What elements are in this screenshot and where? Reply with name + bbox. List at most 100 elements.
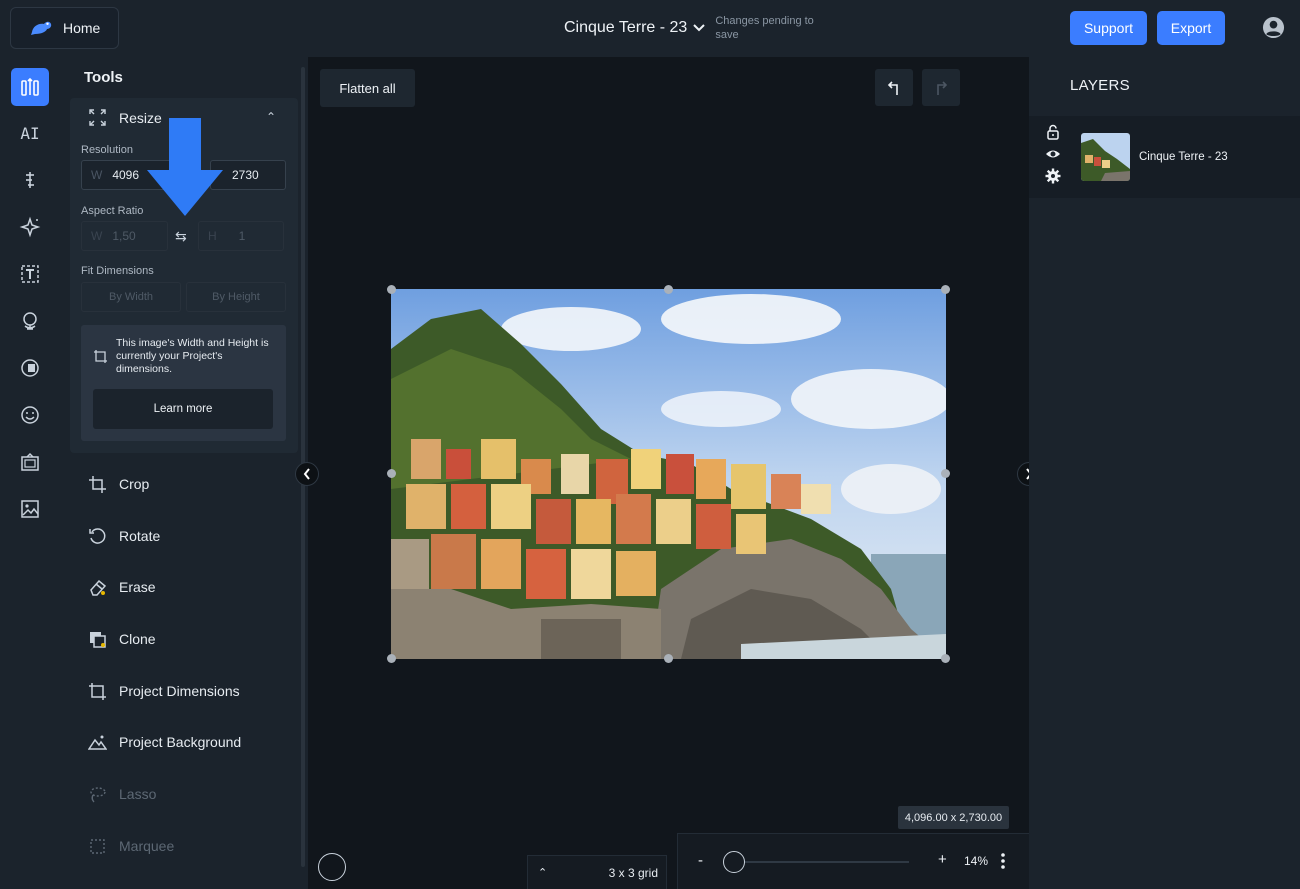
frame-icon — [21, 452, 39, 471]
circle-tool-button[interactable] — [318, 853, 346, 881]
text-icon — [21, 265, 39, 283]
tool-lasso-label: Lasso — [119, 786, 157, 802]
ai-icon: AI — [20, 123, 40, 143]
resize-handle-right[interactable] — [941, 469, 950, 478]
aspect-ratio-label: Aspect Ratio — [81, 205, 144, 217]
info-text: This image's Width and Height is current… — [116, 337, 269, 375]
sparkle-icon — [19, 216, 41, 238]
rail-effects[interactable] — [11, 208, 49, 246]
project-title-dropdown[interactable]: Cinque Terre - 23 — [564, 19, 706, 37]
flatten-all-button[interactable]: Flatten all — [320, 69, 415, 107]
fit-dimensions-label: Fit Dimensions — [81, 265, 154, 277]
lasso-icon — [90, 786, 106, 802]
resize-handle-br[interactable] — [941, 654, 950, 663]
layer-thumbnail — [1081, 133, 1130, 181]
more-options-icon[interactable] — [998, 851, 1008, 871]
globe-icon — [23, 312, 37, 330]
tool-project-dimensions[interactable]: Project Dimensions — [88, 676, 240, 706]
resize-handle-bottom[interactable] — [664, 654, 673, 663]
cinque-terre-photo — [391, 289, 946, 659]
tool-clone-label: Clone — [119, 631, 156, 647]
grid-selector[interactable]: ⌃ 3 x 3 grid — [527, 855, 667, 889]
aspect-width-field[interactable]: W 1,50 — [81, 221, 168, 251]
swap-arrows-icon[interactable]: ⇆ — [175, 228, 193, 244]
export-button[interactable]: Export — [1157, 11, 1225, 45]
rail-tools[interactable] — [11, 68, 49, 106]
eye-icon[interactable] — [1045, 146, 1061, 162]
project-title-area: Cinque Terre - 23 Changes pending to sav… — [564, 14, 815, 42]
zoom-controls: - + 14% — [677, 833, 1029, 889]
rail-stickers[interactable] — [11, 349, 49, 387]
support-button[interactable]: Support — [1070, 11, 1147, 45]
resize-handle-tr[interactable] — [941, 285, 950, 294]
rail-images[interactable] — [11, 490, 49, 528]
clone-icon — [90, 631, 106, 648]
rotate-icon — [89, 527, 106, 544]
tools-title: Tools — [84, 69, 123, 86]
rail-ai[interactable]: AI — [11, 114, 49, 152]
layer-item[interactable]: Cinque Terre - 23 — [1029, 116, 1300, 198]
layer-controls — [1045, 124, 1063, 184]
undo-icon — [887, 80, 898, 95]
collapse-tools-button[interactable] — [295, 462, 319, 486]
image-icon — [21, 500, 39, 518]
redo-icon — [937, 80, 948, 95]
tool-marquee[interactable]: Marquee — [88, 831, 174, 861]
width-value: 4096 — [112, 168, 140, 182]
canvas-image[interactable] — [391, 289, 946, 659]
sticker-icon — [21, 359, 39, 377]
project-title: Cinque Terre - 23 — [564, 19, 688, 36]
learn-more-button[interactable]: Learn more — [93, 389, 273, 429]
zoom-in-button[interactable]: + — [938, 851, 947, 868]
crop-icon — [89, 475, 106, 493]
zoom-value: 14% — [964, 854, 989, 868]
zoom-slider-knob[interactable] — [723, 851, 745, 873]
tool-clone[interactable]: Clone — [88, 624, 156, 654]
unlock-icon[interactable] — [1045, 124, 1061, 140]
rail-adjustments[interactable] — [11, 161, 49, 199]
resize-handle-bl[interactable] — [387, 654, 396, 663]
chevron-up-icon: ⌃ — [538, 867, 548, 879]
height-value: 2730 — [232, 168, 259, 182]
tool-rail: AI — [0, 57, 60, 889]
top-bar: Home Cinque Terre - 23 Changes pending t… — [0, 0, 1300, 57]
tool-rotate[interactable]: Rotate — [88, 521, 160, 551]
aspect-w-value: 1,50 — [112, 229, 136, 243]
layers-panel: LAYERS Cinque Terre - 23 — [1029, 57, 1300, 889]
tool-crop[interactable]: Crop — [88, 469, 149, 499]
tool-lasso[interactable]: Lasso — [88, 779, 156, 809]
resize-handle-tl[interactable] — [387, 285, 396, 294]
dimensions-badge: 4,096.00 x 2,730.00 — [898, 806, 1009, 829]
tool-marquee-label: Marquee — [119, 838, 175, 854]
undo-button[interactable] — [875, 69, 913, 106]
rail-emoji[interactable] — [11, 396, 49, 434]
gear-icon[interactable] — [1045, 168, 1061, 184]
smiley-icon — [21, 406, 39, 424]
aspect-h-prefix: H — [208, 229, 217, 243]
redo-button[interactable] — [922, 69, 960, 106]
layer-name: Cinque Terre - 23 — [1139, 151, 1228, 163]
fit-by-width-button[interactable]: By Width — [81, 282, 181, 312]
resize-handle-top[interactable] — [664, 285, 673, 294]
eraser-icon — [90, 579, 107, 596]
home-label: Home — [63, 20, 101, 36]
resize-handle-left[interactable] — [387, 469, 396, 478]
home-button[interactable]: Home — [10, 7, 119, 49]
aspect-h-value: 1 — [238, 229, 246, 243]
chevron-up-icon[interactable]: ⌃ — [266, 110, 276, 124]
zoom-out-button[interactable]: - — [698, 852, 703, 869]
chevron-down-icon — [693, 24, 706, 32]
rail-elements[interactable] — [11, 302, 49, 340]
zoom-slider-track[interactable] — [734, 861, 909, 863]
tool-erase[interactable]: Erase — [88, 572, 156, 602]
aspect-w-prefix: W — [91, 229, 103, 243]
fit-by-height-button[interactable]: By Height — [186, 282, 286, 312]
tool-project-background[interactable]: Project Background — [88, 727, 241, 757]
project-dimensions-icon — [94, 350, 107, 363]
aspect-height-field[interactable]: H 1 — [198, 221, 284, 251]
user-avatar-icon[interactable] — [1262, 16, 1285, 39]
rail-text[interactable] — [11, 255, 49, 293]
rail-frames[interactable] — [11, 443, 49, 481]
frog-logo-icon — [31, 21, 52, 35]
tool-crop-label: Crop — [119, 476, 150, 492]
